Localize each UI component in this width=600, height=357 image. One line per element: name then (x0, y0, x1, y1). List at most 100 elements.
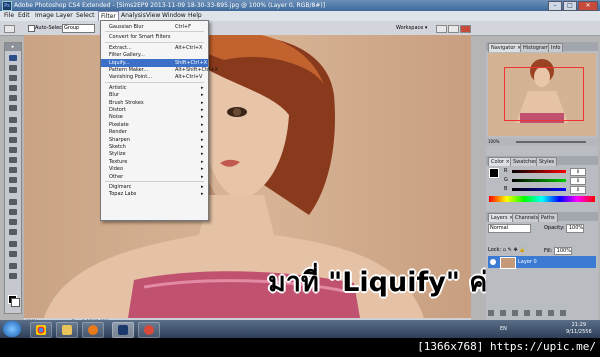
lasso-tool-icon[interactable] (9, 75, 17, 81)
language-indicator[interactable]: EN (500, 326, 507, 332)
layer-name[interactable]: Layer 0 (518, 256, 537, 268)
new-group-icon[interactable] (536, 310, 542, 316)
taskbar-media-player[interactable] (82, 322, 104, 338)
link-layers-icon[interactable] (488, 310, 494, 316)
workspace-dropdown[interactable]: Workspace ▾ (396, 21, 427, 35)
3d-orbit-tool-icon[interactable] (9, 251, 17, 257)
right-panels: Navigator × Histogram Info 100% Color × … (486, 42, 598, 320)
menu-item-label: Other (109, 173, 124, 180)
tab-paths[interactable]: Paths (538, 213, 558, 222)
new-layer-icon[interactable] (548, 310, 554, 316)
close-doc-icon[interactable] (460, 25, 471, 33)
brush-tool-icon[interactable] (9, 127, 17, 133)
move-tool-preset-icon[interactable] (4, 25, 15, 33)
submenu-arrow-icon: ▸ (201, 173, 204, 180)
path-selection-tool-icon[interactable] (9, 219, 17, 225)
navigator-zoom-slider[interactable] (516, 141, 586, 143)
minimize-button[interactable]: – (548, 1, 562, 11)
restore-panel-icon[interactable] (448, 25, 459, 33)
fill-control: Fill: 100% (544, 247, 572, 255)
filter-menu-item-other[interactable]: Other ▸ (101, 173, 208, 181)
close-button[interactable]: ✕ (578, 1, 598, 11)
color-b-value[interactable]: 0 (570, 186, 586, 194)
taskbar-chrome[interactable] (30, 322, 52, 338)
history-brush-tool-icon[interactable] (9, 147, 17, 153)
app-icon (144, 325, 154, 335)
tools-panel: ▸ (4, 42, 22, 314)
maximize-button[interactable]: □ (563, 1, 577, 11)
layers-panel-header: Layers × Channels Paths (486, 212, 598, 222)
menu-separator (105, 81, 204, 83)
menu-item-shortcut: Alt+Ctrl+V (175, 74, 203, 81)
lock-icons[interactable]: ▫ ✎ ✥ 🔒 (503, 247, 526, 253)
filter-menu-item-gaussian-blur[interactable]: Gaussian Blur Ctrl+F (101, 23, 208, 31)
background-color-swatch[interactable] (11, 298, 20, 307)
taskbar-explorer[interactable] (56, 322, 78, 338)
fill-value[interactable]: 100% (553, 247, 572, 255)
filter-menu-item-vanishing-point[interactable]: Vanishing Point... Alt+Ctrl+V (101, 73, 208, 81)
photoshop-icon (118, 325, 128, 335)
tab-info[interactable]: Info (548, 43, 564, 52)
crop-tool-icon[interactable] (9, 95, 17, 101)
hand-tool-icon[interactable] (9, 263, 17, 269)
color-r-slider[interactable] (512, 170, 566, 173)
eraser-tool-icon[interactable] (9, 157, 17, 163)
zoom-tool-icon[interactable] (9, 273, 17, 279)
photoshop-app-icon: Ps (2, 1, 12, 11)
clone-stamp-tool-icon[interactable] (9, 137, 17, 143)
taskbar-photoshop[interactable] (112, 322, 134, 338)
taskbar-app[interactable] (138, 322, 160, 338)
tab-navigator[interactable]: Navigator × (488, 43, 525, 52)
move-tool-icon[interactable] (9, 55, 17, 61)
marquee-tool-icon[interactable] (9, 65, 17, 71)
clock[interactable]: 21:29 9/11/2556 (566, 322, 592, 336)
quick-select-tool-icon[interactable] (9, 85, 17, 91)
color-panel-header: Color × Swatches Styles (486, 156, 598, 166)
color-foreground-swatch[interactable] (489, 168, 499, 178)
filter-menu-item-topaz-labs[interactable]: Topaz Labs ▸ (101, 190, 208, 198)
opacity-value[interactable]: 100% (566, 224, 585, 233)
filter-menu-item-convert-for-smart-filters[interactable]: Convert for Smart Filters (101, 33, 208, 41)
menu-edit[interactable]: Edit (16, 11, 32, 21)
menu-layer[interactable]: Layer (54, 11, 75, 21)
color-spectrum-ramp[interactable] (489, 196, 595, 202)
color-r-value[interactable]: 0 (570, 168, 586, 176)
tools-panel-header[interactable]: ▸ (5, 43, 21, 51)
healing-brush-tool-icon[interactable] (9, 117, 17, 123)
adjustment-layer-icon[interactable] (524, 310, 530, 316)
color-b-slider[interactable] (512, 188, 566, 191)
3d-rotate-tool-icon[interactable] (9, 241, 17, 247)
menu-item-shortcut: Ctrl+F (175, 24, 191, 30)
blend-mode-dropdown[interactable]: Normal (488, 224, 531, 233)
layer-style-icon[interactable] (500, 310, 506, 316)
color-r-label: R (504, 168, 508, 174)
navigator-thumbnail[interactable] (488, 53, 596, 136)
shape-tool-icon[interactable] (9, 229, 17, 235)
eyedropper-tool-icon[interactable] (9, 105, 17, 111)
menu-select[interactable]: Select (74, 11, 97, 21)
navigator-view-frame[interactable] (504, 67, 584, 121)
auto-select-dropdown[interactable]: Group (62, 24, 95, 33)
trash-icon[interactable] (560, 310, 566, 316)
tab-styles[interactable]: Styles (536, 157, 558, 166)
add-mask-icon[interactable] (512, 310, 518, 316)
blur-tool-icon[interactable] (9, 177, 17, 183)
auto-select-checkbox[interactable] (28, 25, 35, 32)
eye-icon[interactable] (490, 259, 496, 265)
gradient-tool-icon[interactable] (9, 167, 17, 173)
window-titlebar[interactable]: Ps Adobe Photoshop CS4 Extended - [Sims2… (0, 0, 600, 11)
menu-separator (105, 31, 204, 33)
minimize-panel-icon[interactable] (436, 25, 447, 33)
tab-channels[interactable]: Channels (512, 213, 542, 222)
dodge-tool-icon[interactable] (9, 187, 17, 193)
start-button[interactable] (3, 321, 21, 337)
chrome-icon (36, 325, 46, 335)
menu-image[interactable]: Image (33, 11, 56, 21)
menu-file[interactable]: File (2, 11, 16, 21)
navigator-zoom-value[interactable]: 100% (488, 138, 499, 146)
color-g-slider[interactable] (512, 179, 566, 182)
type-tool-icon[interactable] (9, 209, 17, 215)
layer-row[interactable]: Layer 0 (488, 256, 596, 269)
color-g-value[interactable]: 0 (570, 177, 586, 185)
pen-tool-icon[interactable] (9, 199, 17, 205)
